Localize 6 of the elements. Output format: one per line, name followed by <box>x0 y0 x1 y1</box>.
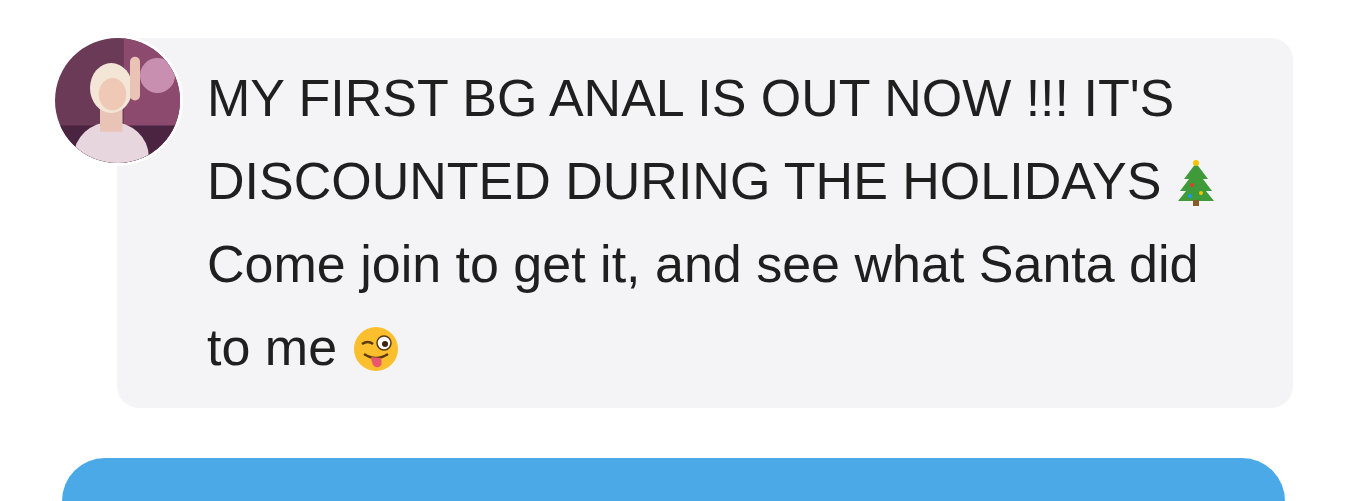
message-text: MY FIRST BG ANAL IS OUT NOW !!! IT'S <box>207 69 1175 127</box>
message-text: DISCOUNTED DURING THE HOLIDAYS <box>207 152 1162 210</box>
christmas-tree-icon <box>1175 159 1216 207</box>
message-text: Come join to get it, and see what Santa did <box>207 235 1199 293</box>
message-text: to me <box>207 318 338 376</box>
winking-face-icon <box>351 325 400 373</box>
